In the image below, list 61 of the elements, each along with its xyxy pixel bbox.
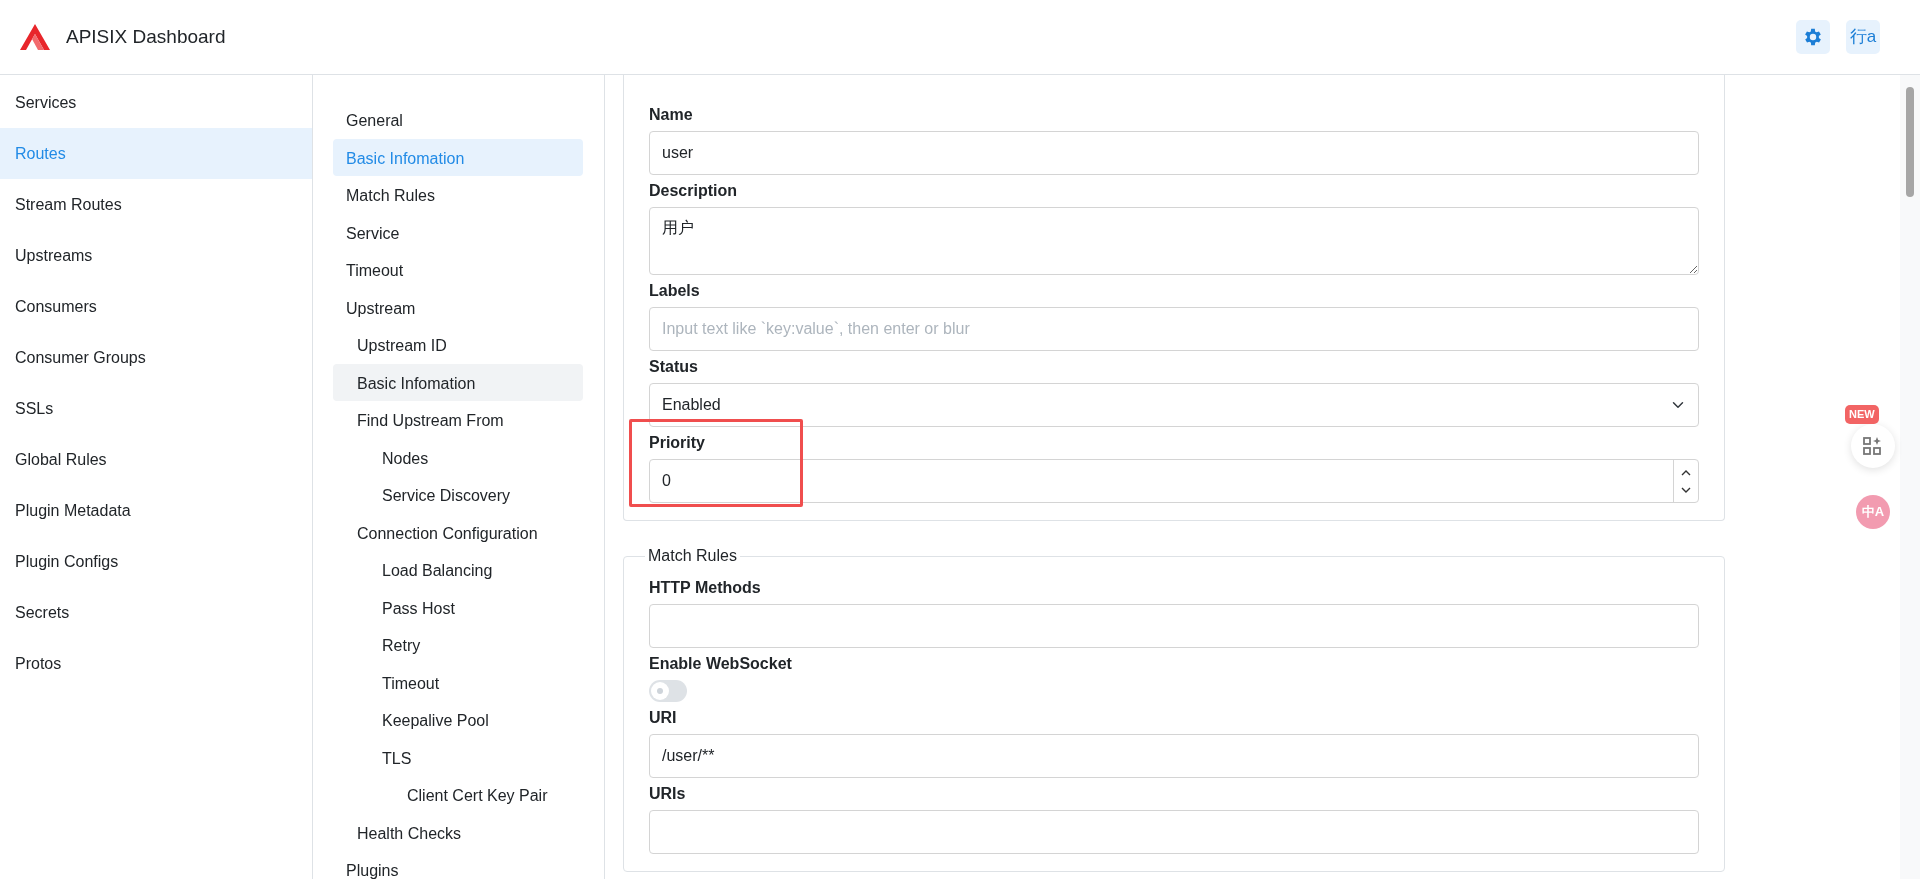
text-field[interactable]: user [649,131,1699,175]
sidebar-item[interactable]: Consumer Groups [0,332,312,383]
scrollbar[interactable] [1900,75,1920,879]
section-link[interactable]: General [333,101,583,139]
section-link[interactable]: Client Cert Key Pair [333,776,583,814]
field-label: Labels [649,281,701,301]
app-title: APISIX Dashboard [66,24,226,49]
field-label: Name [649,105,694,125]
settings-button[interactable] [1796,20,1830,54]
section-link[interactable]: TLS [333,738,583,776]
sidebar-item[interactable]: Protos [0,638,312,689]
new-badge: NEW [1845,405,1879,424]
section-link[interactable]: Timeout [333,251,583,289]
text-field[interactable] [649,604,1699,648]
section-link[interactable]: Retry [333,626,583,664]
logo-icon [20,24,50,50]
section-link[interactable]: Load Balancing [333,551,583,589]
sidebar-item[interactable]: SSLs [0,383,312,434]
field-label: Description [649,181,738,201]
settings-icon[interactable] [1802,26,1824,48]
section-link[interactable]: Pass Host [333,588,583,626]
section-link[interactable]: Upstream ID [333,326,583,364]
section-link[interactable]: Timeout [333,663,583,701]
section-link[interactable]: Upstream [333,288,583,326]
sidebar-item[interactable]: Services [0,77,312,128]
section-link[interactable]: Nodes [333,438,583,476]
section-title: Match Rules [647,548,738,564]
language-button[interactable]: 行a [1846,20,1880,54]
field-label: Priority [649,433,706,453]
text-area[interactable]: 用户 [649,207,1699,275]
sidebar-item[interactable]: Upstreams [0,230,312,281]
chevron-up-icon[interactable] [1681,469,1691,476]
sidebar-item[interactable]: Consumers [0,281,312,332]
sidebar-item[interactable]: Stream Routes [0,179,312,230]
text-field[interactable]: /user/** [649,734,1699,778]
sidebar-item[interactable]: Secrets [0,587,312,638]
section-link[interactable]: Basic Infomation [333,363,583,401]
section-link[interactable]: Connection Configuration [333,513,583,551]
apps-button[interactable] [1851,424,1895,468]
sidebar-item[interactable]: Plugin Configs [0,536,312,587]
field-label: Status [649,357,699,377]
sidebar-item[interactable]: Global Rules [0,434,312,485]
section-link[interactable]: Keepalive Pool [333,701,583,739]
text-field[interactable] [649,810,1699,854]
toggle-switch[interactable] [649,680,687,702]
grid-sparkle-icon[interactable] [1862,435,1884,457]
number-field[interactable]: 0 [649,459,1699,503]
field-label: URIs [649,784,687,804]
section-link[interactable]: Health Checks [333,813,583,851]
chevron-down-icon[interactable] [1681,486,1691,493]
section-link[interactable]: Match Rules [333,176,583,214]
select-field[interactable]: Enabled [649,383,1699,427]
section-link[interactable]: Service [333,213,583,251]
sidebar-item[interactable]: Plugin Metadata [0,485,312,536]
section-link[interactable]: Plugins [333,851,583,879]
field-label: HTTP Methods [649,578,762,598]
section-link[interactable]: Service Discovery [333,476,583,514]
text-field[interactable]: Input text like `key:value`, then enter or blur [649,307,1699,351]
field-label: URI [649,708,678,728]
section-link[interactable]: Find Upstream From [333,401,583,439]
field-label: Enable WebSocket [649,654,793,674]
